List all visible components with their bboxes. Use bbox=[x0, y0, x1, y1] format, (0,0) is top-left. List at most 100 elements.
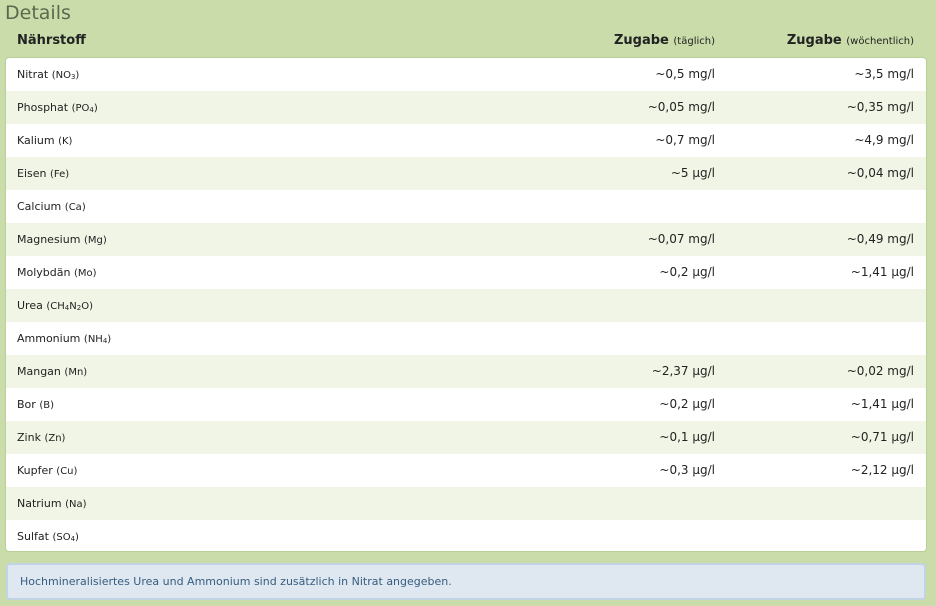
formula-symbol: Zn bbox=[48, 433, 62, 444]
nutrient-formula: (K) bbox=[58, 136, 73, 147]
nutrient-name-cell: Molybdän (Mo) bbox=[17, 256, 97, 289]
header-weekly-label: Zugabe bbox=[786, 33, 842, 48]
nutrient-formula: (PO4) bbox=[71, 103, 98, 114]
table-header: Nährstoff Zugabe (täglich) Zugabe (wöche… bbox=[5, 27, 927, 57]
nutrient-formula: (Mo) bbox=[73, 268, 97, 279]
nutrient-name-cell: Mangan (Mn) bbox=[17, 355, 87, 388]
weekly-dose-cell: ~0,71 µg/l bbox=[850, 430, 914, 444]
header-nutrient: Nährstoff bbox=[17, 27, 86, 57]
table-row: Eisen (Fe) ~5 µg/l ~0,04 mg/l bbox=[6, 157, 926, 190]
nutrient-name-cell: Sulfat (SO4) bbox=[17, 520, 79, 551]
nutrient-name: Natrium bbox=[17, 497, 62, 510]
nutrient-formula: (Cu) bbox=[56, 466, 78, 477]
formula-symbol: B bbox=[43, 400, 51, 411]
header-daily-label: Zugabe bbox=[613, 33, 669, 48]
formula-symbol: NO bbox=[55, 70, 71, 81]
nutrient-name-cell: Phosphat (PO4) bbox=[17, 91, 98, 124]
nutrient-formula: (Na) bbox=[65, 499, 87, 510]
nutrient-name-cell: Magnesium (Mg) bbox=[17, 223, 107, 256]
formula-symbol: Na bbox=[68, 499, 83, 510]
nutrient-formula: (CH4N2O) bbox=[46, 301, 93, 312]
formula-symbol: Mn bbox=[68, 367, 84, 378]
formula-symbol: SO bbox=[56, 532, 71, 543]
nutrient-name: Nitrat bbox=[17, 68, 49, 81]
nutrient-formula: (Mn) bbox=[64, 367, 88, 378]
nutrient-formula: (NH4) bbox=[83, 334, 112, 345]
daily-dose-cell: ~0,5 mg/l bbox=[655, 67, 715, 81]
weekly-dose-cell: ~3,5 mg/l bbox=[854, 67, 914, 81]
nutrient-name-cell: Natrium (Na) bbox=[17, 487, 86, 520]
daily-dose-cell: ~0,1 µg/l bbox=[659, 430, 715, 444]
nutrient-formula: (Zn) bbox=[44, 433, 66, 444]
nutrient-name-cell: Eisen (Fe) bbox=[17, 157, 69, 190]
info-note-text: Hochmineralisiertes Urea und Ammonium si… bbox=[20, 575, 452, 588]
nutrient-name: Eisen bbox=[17, 167, 47, 180]
nutrient-formula: (Ca) bbox=[64, 202, 86, 213]
weekly-dose-cell: ~0,49 mg/l bbox=[846, 232, 914, 246]
nutrient-name: Molybdän bbox=[17, 266, 71, 279]
weekly-dose-cell: ~1,41 µg/l bbox=[850, 397, 914, 411]
header-daily-note: (täglich) bbox=[673, 36, 715, 47]
formula-symbol: N bbox=[69, 301, 77, 312]
daily-dose-cell: ~0,3 µg/l bbox=[659, 463, 715, 477]
formula-symbol: K bbox=[61, 136, 69, 147]
header-daily: Zugabe (täglich) bbox=[614, 27, 715, 57]
nutrient-name: Kupfer bbox=[17, 464, 53, 477]
formula-symbol: Mg bbox=[87, 235, 103, 246]
info-note: Hochmineralisiertes Urea und Ammonium si… bbox=[6, 563, 926, 600]
nutrient-table: Nitrat (NO3) ~0,5 mg/l ~3,5 mg/l Phosphat (… bbox=[5, 57, 927, 552]
weekly-dose-cell: ~0,02 mg/l bbox=[846, 364, 914, 378]
nutrient-name: Ammonium bbox=[17, 332, 81, 345]
formula-subscript: 4 bbox=[70, 535, 76, 543]
formula-symbol: Mo bbox=[77, 268, 93, 279]
daily-dose-cell: ~5 µg/l bbox=[670, 166, 715, 180]
formula-subscript: 4 bbox=[89, 106, 94, 114]
daily-dose-cell: ~2,37 µg/l bbox=[651, 364, 715, 378]
table-row: Natrium (Na) bbox=[6, 487, 926, 520]
nutrient-formula: (B) bbox=[39, 400, 54, 411]
nutrient-name: Phosphat bbox=[17, 101, 69, 114]
nutrient-name: Calcium bbox=[17, 200, 62, 213]
weekly-dose-cell: ~0,35 mg/l bbox=[846, 100, 914, 114]
table-row: Molybdän (Mo) ~0,2 µg/l ~1,41 µg/l bbox=[6, 256, 926, 289]
formula-symbol: CH bbox=[50, 301, 65, 312]
table-row: Zink (Zn) ~0,1 µg/l ~0,71 µg/l bbox=[6, 421, 926, 454]
weekly-dose-cell: ~4,9 mg/l bbox=[854, 133, 914, 147]
nutrient-formula: (SO4) bbox=[52, 532, 79, 543]
header-weekly: Zugabe (wöchentlich) bbox=[787, 27, 914, 57]
nutrient-name: Magnesium bbox=[17, 233, 81, 246]
table-row: Mangan (Mn) ~2,37 µg/l ~0,02 mg/l bbox=[6, 355, 926, 388]
table-body: Nitrat (NO3) ~0,5 mg/l ~3,5 mg/l Phosphat (… bbox=[6, 58, 926, 551]
formula-subscript: 3 bbox=[70, 73, 76, 81]
table-row: Kupfer (Cu) ~0,3 µg/l ~2,12 µg/l bbox=[6, 454, 926, 487]
header-nutrient-label: Nährstoff bbox=[17, 33, 86, 48]
nutrient-name-cell: Kalium (K) bbox=[17, 124, 72, 157]
table-row: Magnesium (Mg) ~0,07 mg/l ~0,49 mg/l bbox=[6, 223, 926, 256]
nutrient-name-cell: Zink (Zn) bbox=[17, 421, 65, 454]
table-row: Bor (B) ~0,2 µg/l ~1,41 µg/l bbox=[6, 388, 926, 421]
table-row: Sulfat (SO4) bbox=[6, 520, 926, 551]
weekly-dose-cell: ~1,41 µg/l bbox=[850, 265, 914, 279]
nutrient-name: Kalium bbox=[17, 134, 55, 147]
nutrient-name: Sulfat bbox=[17, 530, 49, 543]
weekly-dose-cell: ~2,12 µg/l bbox=[850, 463, 914, 477]
formula-symbol: Ca bbox=[68, 202, 82, 213]
daily-dose-cell: ~0,07 mg/l bbox=[647, 232, 715, 246]
table-row: Calcium (Ca) bbox=[6, 190, 926, 223]
formula-symbol: NH bbox=[87, 334, 103, 345]
nutrient-name: Zink bbox=[17, 431, 41, 444]
nutrient-formula: (Mg) bbox=[83, 235, 107, 246]
nutrient-name: Mangan bbox=[17, 365, 61, 378]
weekly-dose-cell: ~0,04 mg/l bbox=[846, 166, 914, 180]
nutrient-name: Urea bbox=[17, 299, 43, 312]
daily-dose-cell: ~0,2 µg/l bbox=[659, 265, 715, 279]
nutrient-name: Bor bbox=[17, 398, 36, 411]
nutrient-formula: (Fe) bbox=[49, 169, 70, 180]
table-row: Kalium (K) ~0,7 mg/l ~4,9 mg/l bbox=[6, 124, 926, 157]
table-row: Phosphat (PO4) ~0,05 mg/l ~0,35 mg/l bbox=[6, 91, 926, 124]
daily-dose-cell: ~0,05 mg/l bbox=[647, 100, 715, 114]
table-row: Nitrat (NO3) ~0,5 mg/l ~3,5 mg/l bbox=[6, 58, 926, 91]
formula-symbol: Cu bbox=[60, 466, 74, 477]
daily-dose-cell: ~0,7 mg/l bbox=[655, 133, 715, 147]
daily-dose-cell: ~0,2 µg/l bbox=[659, 397, 715, 411]
